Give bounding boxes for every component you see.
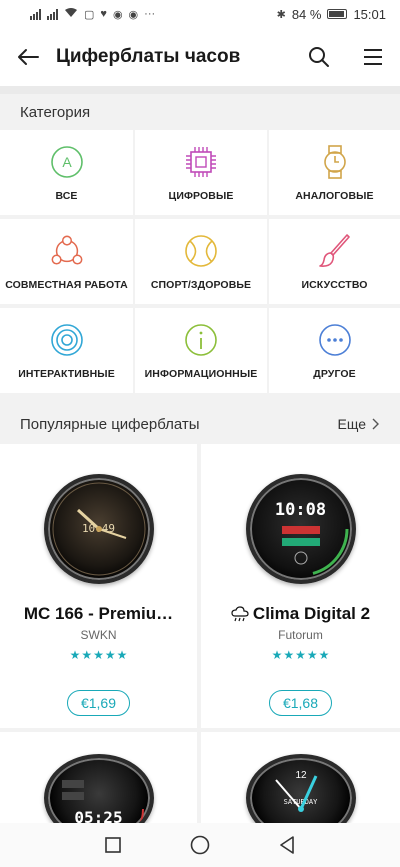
category-label: СОВМЕСТНАЯ РАБОТА	[5, 278, 128, 291]
star-icon: ★	[295, 648, 306, 662]
more-label: Еще	[337, 416, 367, 432]
rating-stars: ★ ★ ★ ★ ★	[70, 648, 128, 662]
bluetooth-icon: ✱	[276, 8, 286, 21]
status-right: ✱ 84 % 15:01	[277, 7, 386, 22]
system-nav-bar	[0, 823, 400, 867]
category-label: ЦИФРОВЫЕ	[168, 189, 234, 202]
category-interactive[interactable]: ИНТЕРАКТИВНЫЕ	[0, 308, 133, 393]
watchface-preview: 10:08	[245, 474, 356, 584]
category-sport-health[interactable]: СПОРТ/ЗДОРОВЬЕ	[135, 219, 267, 304]
search-button[interactable]	[292, 28, 346, 86]
popular-title: Популярные циферблаты	[20, 415, 200, 433]
watchface-developer: Futorum	[278, 628, 323, 642]
home-button[interactable]	[180, 825, 220, 865]
more-link[interactable]: Еще	[338, 416, 381, 432]
chip-icon	[183, 144, 219, 180]
category-collaboration[interactable]: СОВМЕСТНАЯ РАБОТА	[0, 219, 133, 304]
more-notifications-icon: ···	[144, 8, 156, 20]
back-button[interactable]	[0, 28, 56, 86]
star-icon: ★	[104, 648, 116, 662]
watchface-developer: SWKN	[80, 628, 117, 642]
status-bar: ▢ ♥ ◉ ◉ ··· ✱ 84 % 15:01	[0, 0, 400, 28]
page-title: Циферблаты часов	[56, 46, 241, 67]
recent-apps-button[interactable]	[93, 825, 133, 865]
triangle-back-icon	[279, 836, 294, 854]
category-other[interactable]: ДРУГОЕ	[269, 308, 400, 393]
price-button[interactable]: €1,69	[66, 690, 131, 716]
category-title: Категория	[20, 103, 91, 121]
price-button[interactable]: €1,68	[268, 690, 333, 716]
category-all[interactable]: A ВСЕ	[0, 130, 133, 215]
info-icon	[183, 322, 219, 358]
chevron-right-icon	[372, 418, 379, 430]
watchface-preview: 10:49	[43, 474, 154, 584]
category-analog[interactable]: АНАЛОГОВЫЕ	[269, 130, 400, 215]
star-icon: ★	[116, 648, 128, 662]
watchface-name: MC 166 - Premiu…	[23, 604, 174, 623]
notification-icon: ▢	[84, 8, 95, 21]
watchface-card[interactable]: 10:08 Clima Digital 2 Futorum ★ ★ ★ ★ ★ €1,6…	[201, 444, 400, 728]
search-icon	[309, 47, 329, 67]
menu-icon	[364, 49, 382, 65]
more-dots-icon	[317, 322, 353, 358]
divider	[0, 86, 400, 94]
square-icon	[105, 837, 122, 853]
category-label: ДРУГОЕ	[313, 367, 356, 380]
status-left-icons: ▢ ♥ ◉ ◉ ···	[30, 7, 155, 21]
category-label: ИНТЕРАКТИВНЫЕ	[18, 367, 115, 380]
star-icon: ★	[93, 648, 104, 662]
letter-a-circle-icon: A	[49, 144, 85, 180]
app-bar: Циферблаты часов	[0, 28, 400, 86]
star-icon: ★	[318, 648, 330, 662]
category-label: ВСЕ	[55, 189, 78, 202]
star-icon: ★	[283, 648, 295, 662]
wifi-icon	[64, 7, 78, 21]
weather-cloud-icon	[231, 606, 249, 622]
circle-icon	[190, 835, 210, 855]
menu-button[interactable]	[346, 28, 400, 86]
signal-icon	[47, 8, 58, 20]
watchface-name: Clima Digital 2	[252, 604, 371, 623]
svg-text:A: A	[62, 154, 72, 170]
star-icon: ★	[271, 648, 283, 662]
star-icon: ★	[306, 648, 318, 662]
messenger-icon: ◉	[112, 8, 123, 21]
popular-cards: 10:49 MC 166 - Premiu… SWKN ★★★★★ €1,69 …	[0, 444, 400, 842]
collaboration-icon	[49, 233, 85, 269]
watch-hands-icon	[52, 482, 145, 576]
star-icon: ★	[81, 648, 93, 662]
category-header: Категория	[0, 94, 400, 130]
back-nav-button[interactable]	[267, 825, 307, 865]
tennis-ball-icon	[183, 233, 219, 269]
category-label: СПОРТ/ЗДОРОВЬЕ	[150, 278, 252, 291]
clock: 15:01	[353, 6, 386, 22]
signal-icon	[30, 8, 41, 20]
watch-gauge-icon	[253, 481, 348, 577]
svg-text:12: 12	[295, 770, 307, 781]
heart-icon: ♥	[100, 8, 107, 20]
category-informational[interactable]: ИНФОРМАЦИОННЫЕ	[135, 308, 267, 393]
category-label: ИСКУССТВО	[301, 278, 368, 291]
rating-stars: ★ ★ ★ ★ ★	[272, 648, 330, 662]
wristwatch-icon	[317, 144, 353, 180]
messenger-icon: ◉	[128, 8, 139, 21]
battery-icon	[327, 9, 348, 19]
star-icon: ★	[69, 648, 81, 662]
category-digital[interactable]: ЦИФРОВЫЕ	[135, 130, 267, 215]
paint-brush-icon	[317, 233, 353, 269]
category-label: АНАЛОГОВЫЕ	[295, 189, 374, 202]
category-label: ИНФОРМАЦИОННЫЕ	[144, 367, 258, 380]
arrow-left-icon	[18, 49, 39, 65]
category-grid: A ВСЕ ЦИФРОВЫЕ АНАЛОГОВЫЕ СОВМЕСТНАЯ РАБ…	[0, 130, 400, 393]
watchface-name-row: Clima Digital 2	[231, 604, 370, 624]
category-art[interactable]: ИСКУССТВО	[269, 219, 400, 304]
watchface-card[interactable]: 10:49 MC 166 - Premiu… SWKN ★★★★★ €1,69	[0, 444, 197, 728]
popular-header: Популярные циферблаты Еще	[0, 406, 400, 442]
concentric-circles-icon	[49, 322, 85, 358]
battery-percent: 84 %	[291, 6, 322, 22]
